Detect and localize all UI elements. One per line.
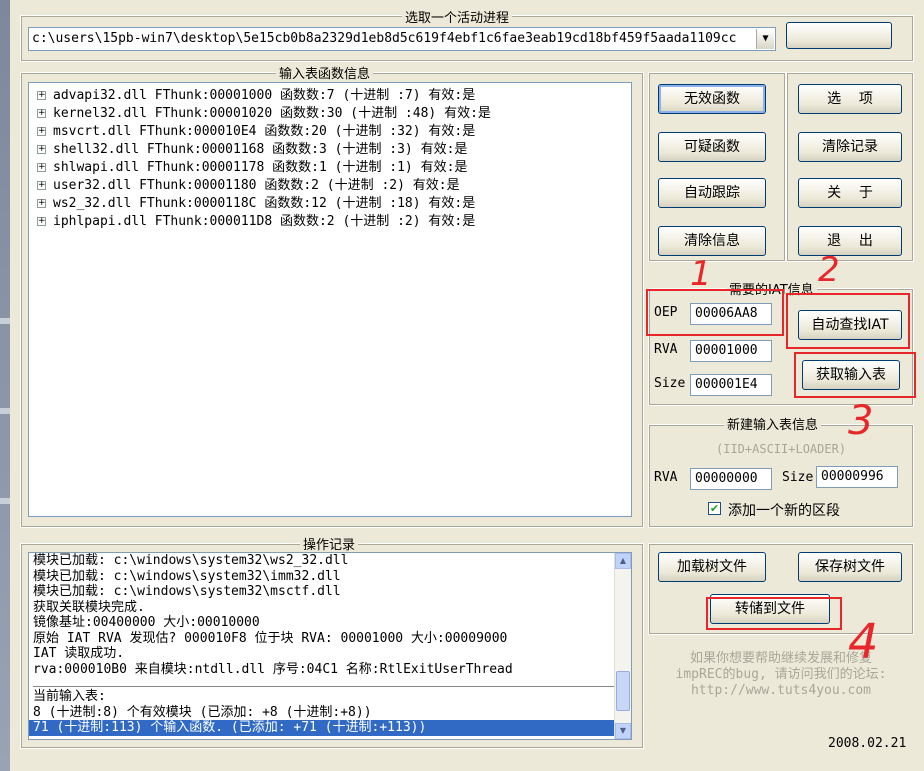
size-field[interactable]: 000001E4 <box>690 374 772 396</box>
annotation-number-2: 2 <box>818 250 840 290</box>
rva-label: RVA <box>654 342 678 357</box>
expand-plus-icon[interactable]: + <box>37 163 46 172</box>
imports-group-title: 输入表函数信息 <box>276 63 374 82</box>
tree-row[interactable]: + ws2_32.dll FThunk:0000118C 函数数:12 (十进制 … <box>37 195 631 213</box>
log-line[interactable]: 模块已加载: c:\windows\system32\msctf.dll <box>29 584 631 600</box>
log-line[interactable]: 当前输入表: <box>29 689 631 705</box>
tree-row-label: iphlpapi.dll FThunk:000011D8 函数数:2 (十进制 … <box>53 214 476 229</box>
tree-row-label: ws2_32.dll FThunk:0000118C 函数数:12 (十进制 :… <box>53 196 476 211</box>
tree-row[interactable]: + advapi32.dll FThunk:00001000 函数数:7 (十进制… <box>37 87 631 105</box>
desktop-strip-mark <box>0 498 10 504</box>
expand-plus-icon[interactable]: + <box>37 127 46 136</box>
auto-trace-button[interactable]: 自动跟踪 <box>658 178 766 208</box>
expand-plus-icon[interactable]: + <box>37 145 46 154</box>
tree-row-label: shell32.dll FThunk:00001168 函数数:3 (十进制 :… <box>53 142 468 157</box>
tree-row[interactable]: + msvcrt.dll FThunk:000010E4 函数数:20 (十进制 … <box>37 123 631 141</box>
annotation-box-oep <box>646 289 784 336</box>
chevron-down-icon[interactable]: ▼ <box>756 29 774 49</box>
clear-log-button[interactable]: 清除记录 <box>798 132 902 162</box>
invalid-funcs-button[interactable]: 无效函数 <box>658 84 766 114</box>
log-scrollbar[interactable]: ▲ ▼ <box>614 553 631 739</box>
clear-info-button[interactable]: 清除信息 <box>658 226 766 256</box>
desktop-strip-mark <box>0 318 10 324</box>
new-imports-subtitle: (IID+ASCII+LOADER) <box>716 442 847 456</box>
options-button[interactable]: 选 项 <box>798 84 902 114</box>
annotation-box-dump <box>706 597 842 630</box>
exit-button[interactable]: 退 出 <box>798 226 902 256</box>
annotation-number-3: 3 <box>848 398 874 444</box>
tree-row[interactable]: + kernel32.dll FThunk:00001020 函数数:30 (十进… <box>37 105 631 123</box>
expand-plus-icon[interactable]: + <box>37 217 46 226</box>
log-line[interactable]: 原始 IAT RVA 发现估? 000010F8 位于块 RVA: 000010… <box>29 631 631 647</box>
tree-row-label: user32.dll FThunk:00001180 函数数:2 (十进制 :2… <box>53 178 460 193</box>
desktop-strip-mark <box>0 408 10 414</box>
log-group-title: 操作记录 <box>300 534 359 553</box>
tree-row[interactable]: + user32.dll FThunk:00001180 函数数:2 (十进制 :… <box>37 177 631 195</box>
annotation-box-auto-find-iat <box>786 293 910 349</box>
annotation-number-1: 1 <box>690 254 712 294</box>
add-section-checkbox[interactable]: ✔ <box>708 502 721 515</box>
log-line[interactable]: 模块已加载: c:\windows\system32\imm32.dll <box>29 569 631 585</box>
load-tree-button[interactable]: 加载树文件 <box>658 552 766 582</box>
annotation-box-get-imports <box>794 352 916 398</box>
suspect-funcs-button[interactable]: 可疑函数 <box>658 132 766 162</box>
info-line-3: http://www.tuts4you.com <box>690 683 871 698</box>
rva-field[interactable]: 00001000 <box>690 340 772 362</box>
build-date: 2008.02.21 <box>828 736 907 751</box>
new-size-field[interactable]: 00000996 <box>816 466 898 488</box>
log-lines: 模块已加载: c:\windows\system32\ws2_32.dll 模块已… <box>29 553 631 736</box>
log-line[interactable]: 获取关联模块完成. <box>29 600 631 616</box>
tree-row-label: kernel32.dll FThunk:00001020 函数数:30 (十进制… <box>53 106 491 121</box>
size-label: Size <box>654 376 686 391</box>
new-size-label: Size <box>782 470 814 485</box>
save-tree-button[interactable]: 保存树文件 <box>798 552 902 582</box>
log-line[interactable]: 镜像基址:00400000 大小:00010000 <box>29 615 631 631</box>
about-button[interactable]: 关 于 <box>798 178 902 208</box>
log-line[interactable]: 8 (十进制:8) 个有效模块 (已添加: +8 (十进制:+8)) <box>29 705 631 721</box>
select-dll-button[interactable] <box>786 22 892 49</box>
process-path: c:\users\15pb-win7\desktop\5e15cb0b8a232… <box>32 31 737 46</box>
background-desktop-strip <box>0 0 10 771</box>
importrec-window: 选取一个活动进程 c:\users\15pb-win7\desktop\5e15… <box>10 0 924 771</box>
log-line[interactable]: 模块已加载: c:\windows\system32\ws2_32.dll <box>29 553 631 569</box>
tree-row[interactable]: + shlwapi.dll FThunk:00001178 函数数:1 (十进制 … <box>37 159 631 177</box>
new-imports-group-title: 新建输入表信息 <box>724 414 822 433</box>
scroll-thumb[interactable] <box>616 671 630 711</box>
add-section-label: 添加一个新的区段 <box>728 503 840 519</box>
annotation-number-4: 4 <box>848 614 879 670</box>
log-line[interactable]: rva:000010B0 来自模块:ntdll.dll 序号:04C1 名称:R… <box>29 662 631 678</box>
new-rva-label: RVA <box>654 470 678 485</box>
scroll-down-icon[interactable]: ▼ <box>615 723 631 739</box>
expand-plus-icon[interactable]: + <box>37 109 46 118</box>
log-listbox[interactable]: 模块已加载: c:\windows\system32\ws2_32.dll 模块已… <box>28 552 632 740</box>
tree-row-label: msvcrt.dll FThunk:000010E4 函数数:20 (十进制 :… <box>53 124 476 139</box>
process-select[interactable]: c:\users\15pb-win7\desktop\5e15cb0b8a232… <box>28 27 776 51</box>
tree-row-label: advapi32.dll FThunk:00001000 函数数:7 (十进制 … <box>53 88 476 103</box>
tree-row[interactable]: + iphlpapi.dll FThunk:000011D8 函数数:2 (十进制… <box>37 213 631 231</box>
process-group-title: 选取一个活动进程 <box>402 7 513 26</box>
scroll-up-icon[interactable]: ▲ <box>615 553 631 569</box>
expand-plus-icon[interactable]: + <box>37 199 46 208</box>
log-separator <box>33 677 627 687</box>
log-line[interactable]: IAT 读取成功. <box>29 646 631 662</box>
log-line-selected[interactable]: 71 (十进制:113) 个输入函数. (已添加: +71 (十进制:+113)… <box>29 720 631 736</box>
imports-tree[interactable]: + advapi32.dll FThunk:00001000 函数数:7 (十进制… <box>28 82 632 517</box>
new-rva-field[interactable]: 00000000 <box>690 468 772 490</box>
expand-plus-icon[interactable]: + <box>37 91 46 100</box>
expand-plus-icon[interactable]: + <box>37 181 46 190</box>
tree-row[interactable]: + shell32.dll FThunk:00001168 函数数:3 (十进制 … <box>37 141 631 159</box>
tree-row-label: shlwapi.dll FThunk:00001178 函数数:1 (十进制 :… <box>53 160 468 175</box>
